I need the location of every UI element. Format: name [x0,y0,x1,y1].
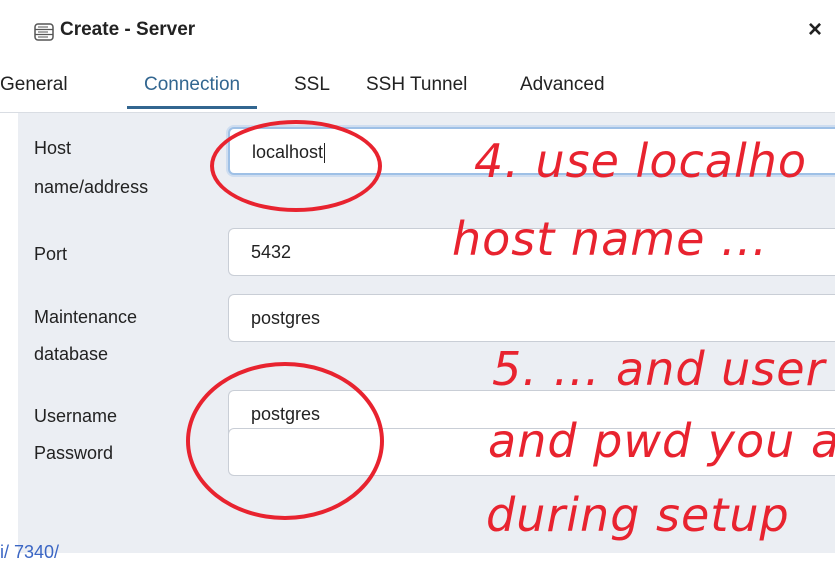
username-label: Username [34,406,118,426]
tab-general[interactable]: General [0,74,68,106]
tab-ssh-tunnel[interactable]: SSH Tunnel [366,74,467,106]
dialog-titlebar: Create - Server × [0,0,835,64]
host-label-line2: name/address [34,177,149,197]
maintenance-db-label-line1: Maintenance [34,307,138,327]
host-label-line1: Host [34,138,72,158]
annotation-note5-line3: during setup [486,488,790,542]
dialog-title: Create - Server [60,19,196,40]
annotation-note4-line2: host name ... [452,212,768,266]
annotation-note4-line1: 4. use localho [474,134,808,188]
annotation-circle-credentials [186,362,384,520]
password-label: Password [34,443,114,463]
footer-link[interactable]: i/ 7340/ [0,542,59,563]
server-icon [34,23,54,41]
annotation-circle-host [210,120,382,212]
maintenance-db-label-line2: database [34,344,109,364]
tab-connection[interactable]: Connection [127,74,258,109]
close-icon[interactable]: × [808,16,822,44]
annotation-note5-line2: and pwd you a [488,414,835,468]
tab-ssl[interactable]: SSL [294,74,330,106]
tab-advanced[interactable]: Advanced [520,74,605,106]
annotation-note5-line1: 5. ... and user [492,342,826,396]
tab-bar: General Connection SSL SSH Tunnel Advanc… [0,64,835,113]
port-label: Port [34,244,68,264]
maintenance-db-input[interactable]: postgres [228,294,835,342]
